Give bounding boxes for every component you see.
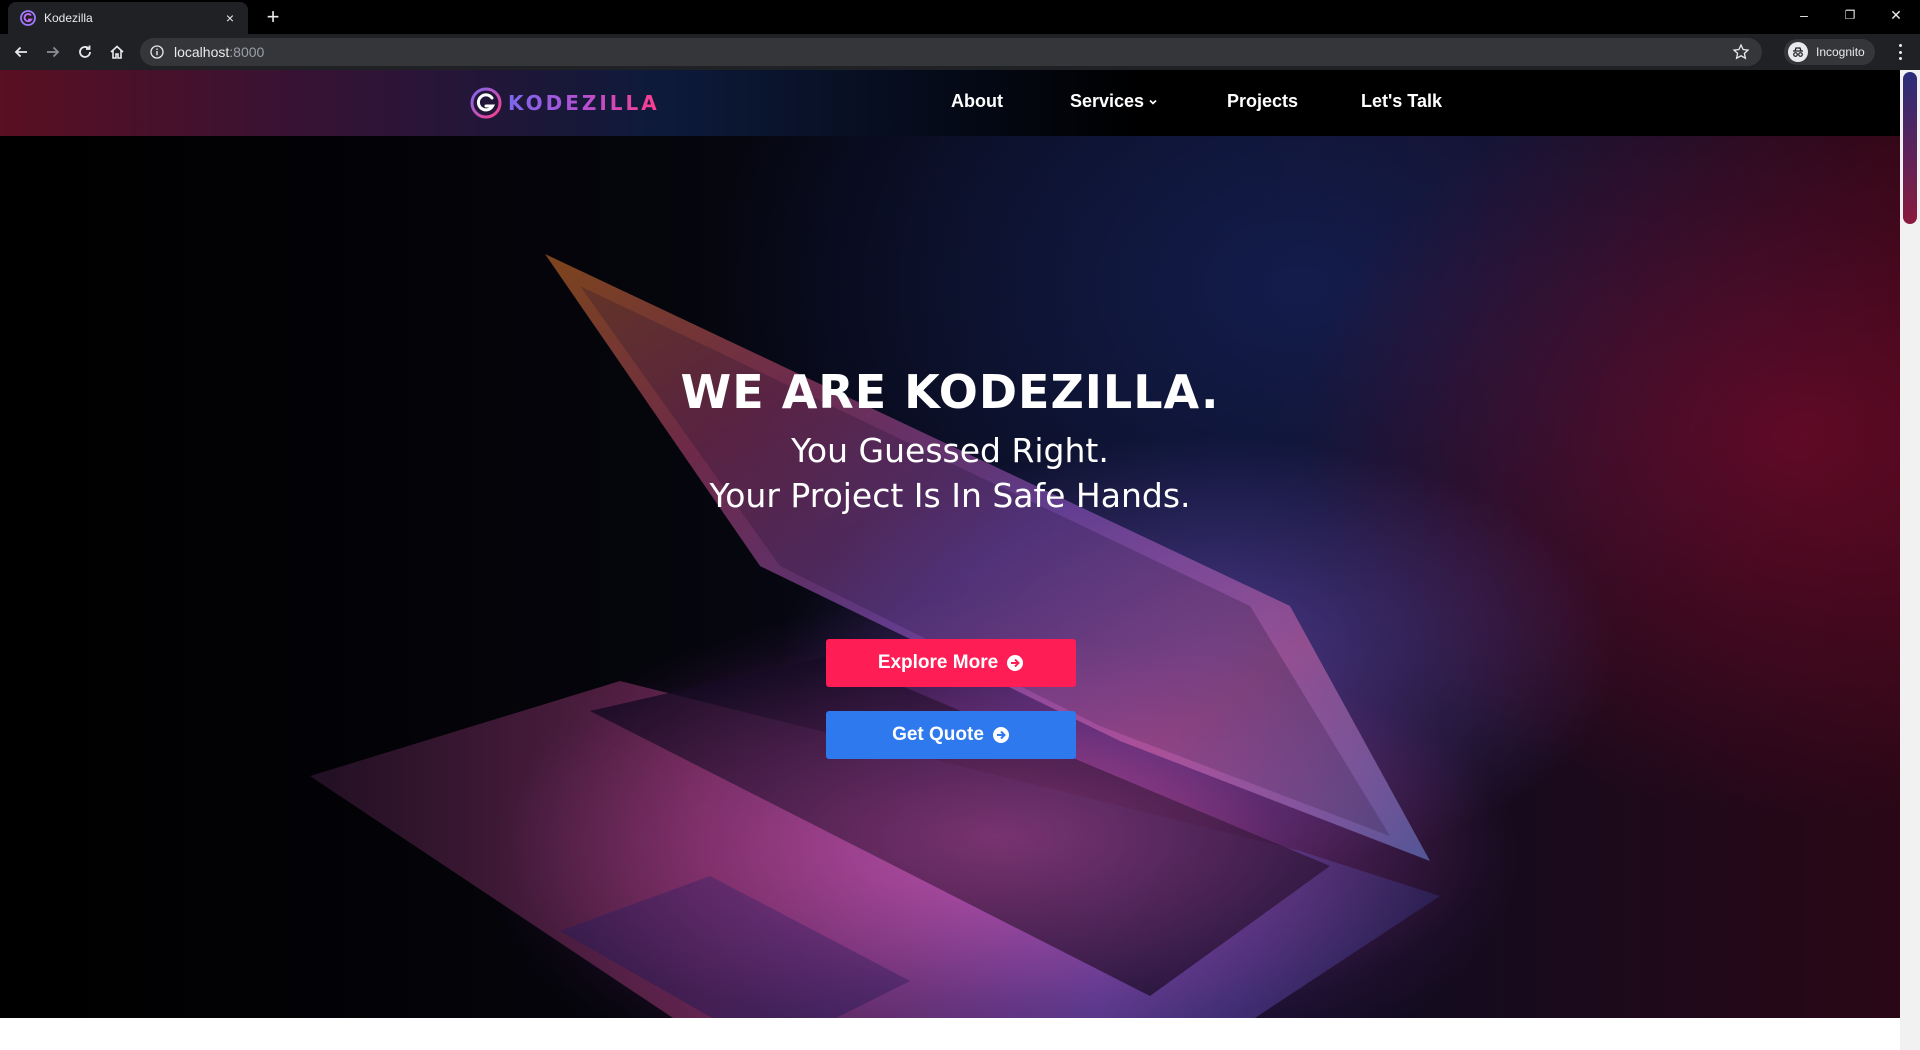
home-icon	[110, 45, 124, 59]
info-icon[interactable]	[150, 45, 164, 59]
nav-about-label: About	[951, 91, 1003, 111]
url-text[interactable]: localhost:8000	[174, 44, 264, 60]
site-logo[interactable]: KODEZILLA	[470, 87, 660, 119]
back-button[interactable]	[9, 40, 33, 64]
nav-services[interactable]: Services	[1070, 91, 1158, 112]
chevron-down-icon	[1149, 99, 1157, 105]
hero-laptop-image	[310, 254, 1500, 1018]
kodezilla-logo-icon	[470, 87, 502, 119]
nav-projects[interactable]: Projects	[1227, 91, 1298, 112]
incognito-profile-button[interactable]: Incognito	[1784, 39, 1875, 65]
scrollbar-thumb[interactable]	[1903, 72, 1917, 224]
reload-icon	[79, 45, 91, 58]
nav-services-label: Services	[1070, 91, 1145, 111]
hero-subtitle-line-1: You Guessed Right.	[791, 431, 1109, 470]
nav-projects-label: Projects	[1227, 91, 1299, 111]
more-vertical-icon[interactable]	[1892, 42, 1908, 62]
arrow-right-icon	[47, 46, 60, 58]
hero-title: WE ARE KODEZILLA.	[680, 365, 1220, 419]
browser-tab-strip: Kodezilla × + – ❐ ✕	[0, 0, 1920, 34]
star-icon[interactable]	[1732, 43, 1750, 61]
tab-title: Kodezilla	[44, 11, 93, 25]
page-scrollbar[interactable]	[1900, 70, 1920, 1050]
arrow-left-icon	[14, 46, 27, 58]
nav-about[interactable]: About	[951, 91, 1003, 112]
hero-section: WE ARE KODEZILLA. You Guessed Right. You…	[0, 136, 1900, 1018]
site-header: KODEZILLA About Services Projects Let's …	[0, 70, 1900, 136]
explore-more-label: Explore More	[877, 652, 999, 673]
brand-name: KODEZILLA	[508, 91, 660, 115]
hero-content: WE ARE KODEZILLA. You Guessed Right. You…	[0, 364, 1900, 518]
forward-button[interactable]	[41, 40, 65, 64]
home-button[interactable]	[105, 40, 129, 64]
hero-subtitle-line-2: Your Project Is In Safe Hands.	[709, 476, 1191, 515]
window-minimize-button[interactable]: –	[1781, 0, 1827, 30]
window-close-button[interactable]: ✕	[1873, 0, 1919, 30]
explore-more-button[interactable]: Explore More	[826, 639, 1076, 687]
url-port: :8000	[229, 44, 265, 60]
tab-close-button[interactable]: ×	[222, 10, 238, 26]
get-quote-label: Get Quote	[892, 724, 984, 745]
url-host: localhost	[174, 44, 230, 60]
browser-tab[interactable]: Kodezilla ×	[8, 2, 248, 34]
new-tab-button[interactable]: +	[262, 6, 284, 28]
website: KODEZILLA About Services Projects Let's …	[0, 70, 1900, 1050]
address-bar[interactable]: localhost:8000	[140, 38, 1762, 66]
incognito-label: Incognito	[1816, 45, 1865, 59]
reload-button[interactable]	[73, 40, 97, 64]
browser-toolbar: localhost:8000 Incognito	[0, 34, 1920, 70]
page-viewport: KODEZILLA About Services Projects Let's …	[0, 70, 1920, 1050]
arrow-circle-right-icon	[1007, 655, 1024, 671]
nav-lets-talk-label: Let's Talk	[1361, 91, 1442, 111]
arrow-circle-right-icon	[992, 727, 1009, 743]
window-restore-button[interactable]: ❐	[1827, 0, 1873, 30]
get-quote-button[interactable]: Get Quote	[826, 711, 1076, 759]
incognito-icon	[1788, 42, 1808, 62]
next-section-start	[0, 1018, 1900, 1050]
kodezilla-favicon-icon	[20, 10, 36, 26]
nav-lets-talk[interactable]: Let's Talk	[1361, 91, 1442, 112]
